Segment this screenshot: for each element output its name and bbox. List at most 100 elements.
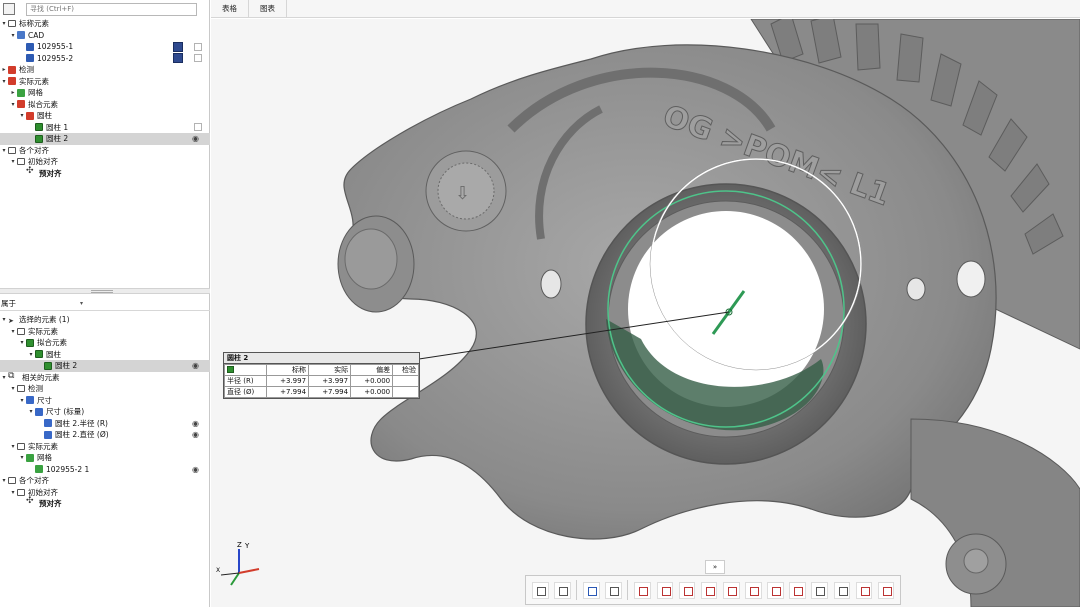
bounds-icon[interactable] xyxy=(811,581,829,599)
color-swatch[interactable] xyxy=(173,53,183,64)
point-icon[interactable] xyxy=(634,581,652,599)
tree-toggle-icon[interactable]: ▸ xyxy=(9,89,17,96)
tree-toggle-icon[interactable]: ▾ xyxy=(27,351,35,358)
tree-item[interactable]: 圆柱 2.直径 (Ø) ◉ xyxy=(0,429,210,441)
tree-item[interactable]: ▸ 网格 xyxy=(0,87,210,99)
mirror-icon[interactable] xyxy=(605,581,622,599)
eye-icon[interactable]: ◉ xyxy=(192,361,199,370)
header-deviation: 偏差 xyxy=(350,364,394,376)
tree-item[interactable]: 圆柱 2.半径 (R) ◉ xyxy=(0,418,210,430)
color-swatch[interactable] xyxy=(173,41,183,52)
tree-toggle-icon[interactable]: ▾ xyxy=(9,32,17,39)
tree-item[interactable]: 预对齐 xyxy=(0,166,210,180)
link-icon[interactable] xyxy=(789,581,806,599)
tree-item[interactable]: ▾ 拟合元素 xyxy=(0,337,210,349)
tree-item[interactable]: ▾ 检测 xyxy=(0,383,210,395)
splitter-grip[interactable] xyxy=(91,290,113,293)
tree-item[interactable]: ▾ 尺寸 (标量) xyxy=(0,406,210,418)
tree-item[interactable]: ▾ 圆柱 xyxy=(0,110,210,122)
circle-icon[interactable] xyxy=(700,581,718,599)
visibility-checkbox[interactable] xyxy=(194,123,202,132)
tree-toggle-icon[interactable]: ▾ xyxy=(9,158,17,165)
angle-icon[interactable] xyxy=(767,581,784,599)
filter-bar[interactable]: 属于 ▾ xyxy=(0,297,210,311)
callout-table: 标称 实际 偏差 检验 半径 (R) +3.997 +3.997 +0.000 … xyxy=(224,364,419,398)
eye-icon[interactable]: ◉ xyxy=(192,134,199,143)
folder-icon xyxy=(17,488,25,496)
tree-toggle-icon[interactable]: ▸ xyxy=(0,66,8,73)
tree-toggle-icon[interactable]: ▾ xyxy=(18,112,26,119)
search-bar xyxy=(0,0,210,18)
tree-item[interactable]: 圆柱 2 ◉ xyxy=(0,133,210,145)
tab-chart[interactable]: 图表 xyxy=(249,0,287,18)
tree-toggle-icon[interactable]: ▾ xyxy=(9,443,17,450)
tree-item[interactable]: ▾ 标称元素 xyxy=(0,18,210,30)
plane-icon[interactable] xyxy=(678,581,696,599)
tree-toggle-icon[interactable]: ▾ xyxy=(0,147,8,154)
measurement-callout[interactable]: 圆柱 2 标称 实际 偏差 检验 半径 (R) +3.997 +3.997 +0… xyxy=(223,352,420,399)
tree-toggle-icon[interactable]: ▾ xyxy=(9,101,17,108)
tree-item[interactable]: ▾ 各个对齐 xyxy=(0,145,210,157)
tree-toggle-icon[interactable]: ▾ xyxy=(9,489,17,496)
visibility-checkbox[interactable] xyxy=(194,54,202,63)
tree-item[interactable]: 102955-2 xyxy=(0,53,210,65)
tree-toggle-icon[interactable]: ▾ xyxy=(9,385,17,392)
box-select-icon[interactable] xyxy=(722,581,740,599)
tree-toggle-icon[interactable]: ▾ xyxy=(0,374,8,381)
tree-toggle-icon[interactable]: ▾ xyxy=(27,408,35,415)
tree-item[interactable]: 预对齐 xyxy=(0,496,210,510)
tree-item[interactable]: ▾ 实际元素 xyxy=(0,76,210,88)
check-icon[interactable] xyxy=(855,581,873,599)
search-input[interactable] xyxy=(26,2,197,16)
tree-item[interactable]: 圆柱 2 ◉ xyxy=(0,360,210,372)
3d-viewport[interactable]: ⇩ OG >POM< L1 圆柱 2 标称 实际 偏差 检验 半径 (R) +3… xyxy=(211,19,1080,607)
fit-view-icon[interactable] xyxy=(532,581,549,599)
toolbar-expand-button[interactable]: » xyxy=(705,560,725,574)
visibility-checkbox[interactable] xyxy=(194,42,202,51)
explorer-mode-icon[interactable] xyxy=(3,3,15,15)
tree-item[interactable]: ▾ 实际元素 xyxy=(0,441,210,453)
tree-toggle-icon[interactable]: ▾ xyxy=(9,328,17,335)
mesh-icon xyxy=(35,465,43,474)
panel-splitter[interactable] xyxy=(0,288,210,294)
row-nominal: +3.997 xyxy=(265,375,310,387)
tree-item-label: CAD xyxy=(28,30,45,40)
eye-icon[interactable]: ◉ xyxy=(192,419,199,428)
folder-icon xyxy=(17,158,25,166)
tree-toggle-icon[interactable]: ▾ xyxy=(18,397,26,404)
tree-item[interactable]: 圆柱 1 xyxy=(0,122,210,134)
tree-toggle-icon[interactable]: ▾ xyxy=(0,20,8,27)
chevron-down-icon[interactable]: ▾ xyxy=(80,300,83,307)
tree-item[interactable]: 102955-1 xyxy=(0,41,210,53)
tree-item[interactable]: ▸ 检测 xyxy=(0,64,210,76)
select-icon[interactable] xyxy=(583,581,600,599)
tree-toggle-icon[interactable]: ▾ xyxy=(18,339,26,346)
expand-icon[interactable] xyxy=(833,581,851,599)
tree-item[interactable]: ▾ 相关的元素 xyxy=(0,372,210,384)
tree-item[interactable]: ▾ 尺寸 xyxy=(0,395,210,407)
line-icon[interactable] xyxy=(656,581,674,599)
tab-table[interactable]: 表格 xyxy=(211,0,249,18)
selection-tree: ▾选择的元素 (1)▾实际元素▾拟合元素▾圆柱圆柱 2◉▾相关的元素▾检测▾尺寸… xyxy=(0,314,210,510)
tree-toggle-icon[interactable]: ▾ xyxy=(0,316,8,323)
tree-toggle-icon[interactable]: ▾ xyxy=(0,78,8,85)
tree-item[interactable]: ▾ 实际元素 xyxy=(0,326,210,338)
tree-item-label: 网格 xyxy=(37,453,52,463)
tree-toggle-icon[interactable]: ▾ xyxy=(0,477,8,484)
eye-icon[interactable]: ◉ xyxy=(192,430,199,439)
rect-select-icon[interactable] xyxy=(745,581,762,599)
tree-item[interactable]: ▾ 各个对齐 xyxy=(0,475,210,487)
eye-icon[interactable]: ◉ xyxy=(192,465,199,474)
dim-icon xyxy=(44,430,52,439)
tree-item[interactable]: ▾ 拟合元素 xyxy=(0,99,210,111)
tree-toggle-icon[interactable]: ▾ xyxy=(18,454,26,461)
tree-item[interactable]: ▾ 圆柱 xyxy=(0,349,210,361)
tree-item[interactable]: ▾ 选择的元素 (1) xyxy=(0,314,210,326)
tree-item-label: 尺寸 (标量) xyxy=(46,407,85,417)
tree-item[interactable]: 102955-2 1 ◉ xyxy=(0,464,210,476)
tree-item[interactable]: ▾ 网格 xyxy=(0,452,210,464)
row-check xyxy=(392,386,419,398)
section-view-icon[interactable] xyxy=(554,581,571,599)
grid-icon[interactable] xyxy=(877,581,895,599)
tree-item[interactable]: ▾ CAD xyxy=(0,30,210,42)
